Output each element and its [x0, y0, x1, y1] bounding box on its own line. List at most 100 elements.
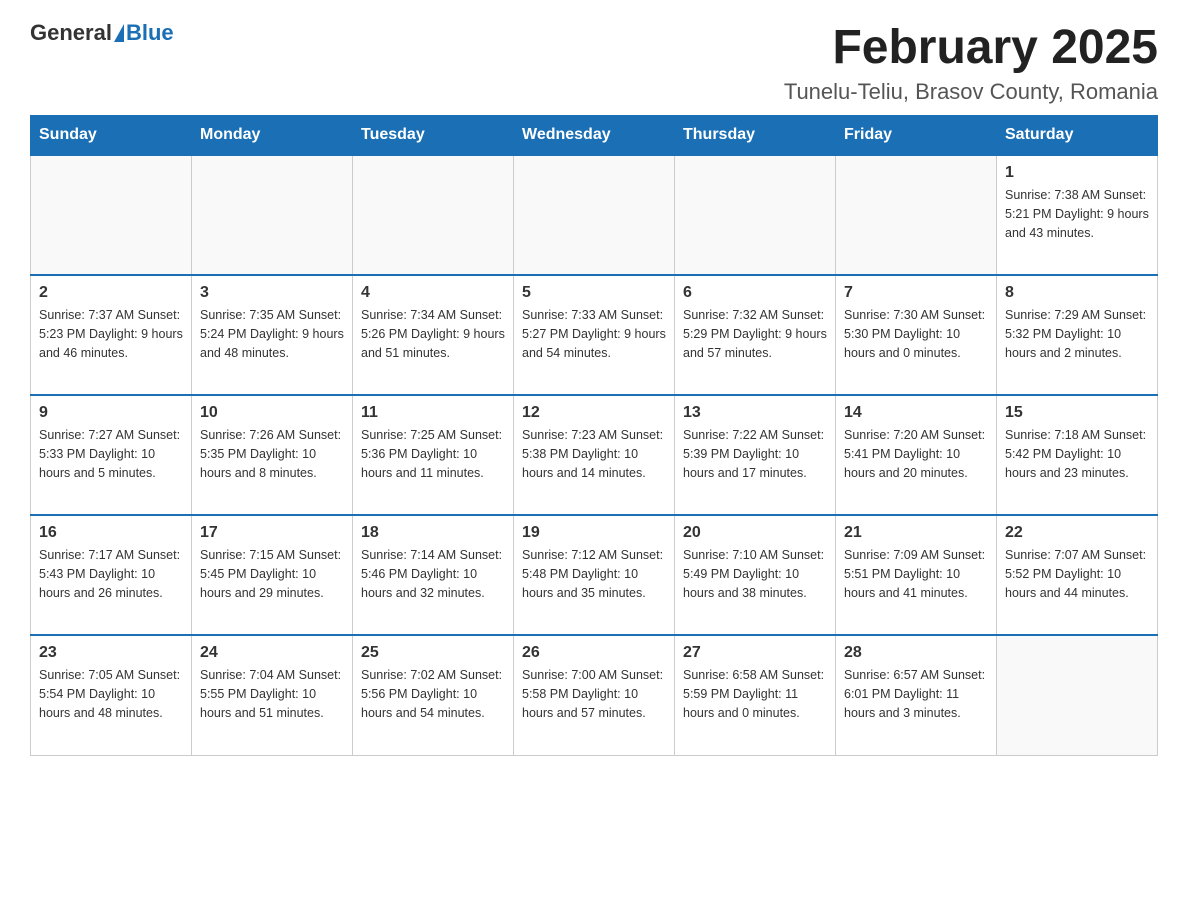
calendar-cell: 19 Sunrise: 7:12 AM Sunset: 5:48 PM Dayli… — [514, 515, 675, 635]
calendar-cell: 24Sunrise: 7:04 AM Sunset: 5:55 PM Dayli… — [192, 635, 353, 755]
day-info: Sunrise: 6:57 AM Sunset: 6:01 PM Dayligh… — [844, 666, 988, 722]
calendar-cell: 5 Sunrise: 7:33 AM Sunset: 5:27 PM Daylig… — [514, 275, 675, 395]
day-number: 10 — [200, 404, 344, 422]
title-section: February 2025 Tunelu-Teliu, Brasov Count… — [784, 20, 1158, 105]
day-info: Sunrise: 7:25 AM Sunset: 5:36 PM Dayligh… — [361, 426, 505, 482]
day-number: 1 — [1005, 164, 1149, 182]
day-number: 24 — [200, 644, 344, 662]
day-info: Sunrise: 7:35 AM Sunset: 5:24 PM Dayligh… — [200, 306, 344, 362]
day-info: Sunrise: 7:17 AM Sunset: 5:43 PM Dayligh… — [39, 546, 183, 602]
calendar-cell: 27 Sunrise: 6:58 AM Sunset: 5:59 PM Dayli… — [675, 635, 836, 755]
day-number: 6 — [683, 284, 827, 302]
calendar-cell: 2Sunrise: 7:37 AM Sunset: 5:23 PM Daylig… — [31, 275, 192, 395]
calendar-cell: 6 Sunrise: 7:32 AM Sunset: 5:29 PM Daylig… — [675, 275, 836, 395]
day-number: 13 — [683, 404, 827, 422]
day-info: Sunrise: 7:14 AM Sunset: 5:46 PM Dayligh… — [361, 546, 505, 602]
day-number: 17 — [200, 524, 344, 542]
week-row-3: 9Sunrise: 7:27 AM Sunset: 5:33 PM Daylig… — [31, 395, 1158, 515]
day-number: 4 — [361, 284, 505, 302]
day-number: 19 — [522, 524, 666, 542]
calendar-cell: 16 Sunrise: 7:17 AM Sunset: 5:43 PM Dayli… — [31, 515, 192, 635]
calendar-cell: 7 Sunrise: 7:30 AM Sunset: 5:30 PM Daylig… — [836, 275, 997, 395]
calendar-cell: 22 Sunrise: 7:07 AM Sunset: 5:52 PM Dayli… — [997, 515, 1158, 635]
day-info: Sunrise: 7:29 AM Sunset: 5:32 PM Dayligh… — [1005, 306, 1149, 362]
week-row-4: 16 Sunrise: 7:17 AM Sunset: 5:43 PM Dayli… — [31, 515, 1158, 635]
calendar-cell: 12 Sunrise: 7:23 AM Sunset: 5:38 PM Dayli… — [514, 395, 675, 515]
column-header-friday: Friday — [836, 116, 997, 156]
month-title: February 2025 — [784, 20, 1158, 75]
day-number: 26 — [522, 644, 666, 662]
calendar-cell: 25Sunrise: 7:02 AM Sunset: 5:56 PM Dayli… — [353, 635, 514, 755]
day-info: Sunrise: 7:26 AM Sunset: 5:35 PM Dayligh… — [200, 426, 344, 482]
calendar-cell: 18 Sunrise: 7:14 AM Sunset: 5:46 PM Dayli… — [353, 515, 514, 635]
calendar-header-row: SundayMondayTuesdayWednesdayThursdayFrid… — [31, 116, 1158, 156]
calendar-cell — [192, 155, 353, 275]
day-number: 16 — [39, 524, 183, 542]
week-row-2: 2Sunrise: 7:37 AM Sunset: 5:23 PM Daylig… — [31, 275, 1158, 395]
calendar-cell: 17 Sunrise: 7:15 AM Sunset: 5:45 PM Dayli… — [192, 515, 353, 635]
calendar-cell — [997, 635, 1158, 755]
calendar-cell — [31, 155, 192, 275]
week-row-1: 1 Sunrise: 7:38 AM Sunset: 5:21 PM Daylig… — [31, 155, 1158, 275]
calendar-cell: 21 Sunrise: 7:09 AM Sunset: 5:51 PM Dayli… — [836, 515, 997, 635]
day-number: 2 — [39, 284, 183, 302]
calendar-cell: 3 Sunrise: 7:35 AM Sunset: 5:24 PM Daylig… — [192, 275, 353, 395]
calendar-table: SundayMondayTuesdayWednesdayThursdayFrid… — [30, 115, 1158, 756]
calendar-cell: 1 Sunrise: 7:38 AM Sunset: 5:21 PM Daylig… — [997, 155, 1158, 275]
day-info: Sunrise: 7:34 AM Sunset: 5:26 PM Dayligh… — [361, 306, 505, 362]
day-number: 23 — [39, 644, 183, 662]
week-row-5: 23 Sunrise: 7:05 AM Sunset: 5:54 PM Dayli… — [31, 635, 1158, 755]
day-number: 20 — [683, 524, 827, 542]
day-info: Sunrise: 7:05 AM Sunset: 5:54 PM Dayligh… — [39, 666, 183, 722]
calendar-cell — [836, 155, 997, 275]
day-number: 28 — [844, 644, 988, 662]
day-info: Sunrise: 7:07 AM Sunset: 5:52 PM Dayligh… — [1005, 546, 1149, 602]
day-info: Sunrise: 7:30 AM Sunset: 5:30 PM Dayligh… — [844, 306, 988, 362]
day-info: Sunrise: 7:18 AM Sunset: 5:42 PM Dayligh… — [1005, 426, 1149, 482]
day-number: 3 — [200, 284, 344, 302]
column-header-monday: Monday — [192, 116, 353, 156]
calendar-cell: 4 Sunrise: 7:34 AM Sunset: 5:26 PM Daylig… — [353, 275, 514, 395]
day-info: Sunrise: 7:38 AM Sunset: 5:21 PM Dayligh… — [1005, 186, 1149, 242]
day-info: Sunrise: 6:58 AM Sunset: 5:59 PM Dayligh… — [683, 666, 827, 722]
day-info: Sunrise: 7:33 AM Sunset: 5:27 PM Dayligh… — [522, 306, 666, 362]
column-header-sunday: Sunday — [31, 116, 192, 156]
calendar-cell: 11Sunrise: 7:25 AM Sunset: 5:36 PM Dayli… — [353, 395, 514, 515]
day-number: 27 — [683, 644, 827, 662]
day-number: 5 — [522, 284, 666, 302]
day-info: Sunrise: 7:20 AM Sunset: 5:41 PM Dayligh… — [844, 426, 988, 482]
calendar-cell: 23 Sunrise: 7:05 AM Sunset: 5:54 PM Dayli… — [31, 635, 192, 755]
day-info: Sunrise: 7:22 AM Sunset: 5:39 PM Dayligh… — [683, 426, 827, 482]
day-number: 21 — [844, 524, 988, 542]
calendar-cell: 26Sunrise: 7:00 AM Sunset: 5:58 PM Dayli… — [514, 635, 675, 755]
calendar-cell: 9Sunrise: 7:27 AM Sunset: 5:33 PM Daylig… — [31, 395, 192, 515]
day-info: Sunrise: 7:09 AM Sunset: 5:51 PM Dayligh… — [844, 546, 988, 602]
location-subtitle: Tunelu-Teliu, Brasov County, Romania — [784, 79, 1158, 105]
day-number: 12 — [522, 404, 666, 422]
day-number: 7 — [844, 284, 988, 302]
day-info: Sunrise: 7:32 AM Sunset: 5:29 PM Dayligh… — [683, 306, 827, 362]
column-header-wednesday: Wednesday — [514, 116, 675, 156]
calendar-cell: 20 Sunrise: 7:10 AM Sunset: 5:49 PM Dayli… — [675, 515, 836, 635]
day-info: Sunrise: 7:12 AM Sunset: 5:48 PM Dayligh… — [522, 546, 666, 602]
page-header: General Blue February 2025 Tunelu-Teliu,… — [30, 20, 1158, 105]
day-number: 8 — [1005, 284, 1149, 302]
logo-triangle-icon — [114, 24, 124, 42]
day-number: 18 — [361, 524, 505, 542]
column-header-saturday: Saturday — [997, 116, 1158, 156]
calendar-cell — [514, 155, 675, 275]
day-info: Sunrise: 7:23 AM Sunset: 5:38 PM Dayligh… — [522, 426, 666, 482]
calendar-cell: 28 Sunrise: 6:57 AM Sunset: 6:01 PM Dayli… — [836, 635, 997, 755]
day-info: Sunrise: 7:15 AM Sunset: 5:45 PM Dayligh… — [200, 546, 344, 602]
day-number: 15 — [1005, 404, 1149, 422]
day-info: Sunrise: 7:10 AM Sunset: 5:49 PM Dayligh… — [683, 546, 827, 602]
day-info: Sunrise: 7:02 AM Sunset: 5:56 PM Dayligh… — [361, 666, 505, 722]
calendar-cell: 13 Sunrise: 7:22 AM Sunset: 5:39 PM Dayli… — [675, 395, 836, 515]
calendar-cell: 14Sunrise: 7:20 AM Sunset: 5:41 PM Dayli… — [836, 395, 997, 515]
column-header-tuesday: Tuesday — [353, 116, 514, 156]
day-info: Sunrise: 7:27 AM Sunset: 5:33 PM Dayligh… — [39, 426, 183, 482]
day-number: 22 — [1005, 524, 1149, 542]
column-header-thursday: Thursday — [675, 116, 836, 156]
calendar-cell: 8 Sunrise: 7:29 AM Sunset: 5:32 PM Daylig… — [997, 275, 1158, 395]
calendar-cell: 15 Sunrise: 7:18 AM Sunset: 5:42 PM Dayli… — [997, 395, 1158, 515]
